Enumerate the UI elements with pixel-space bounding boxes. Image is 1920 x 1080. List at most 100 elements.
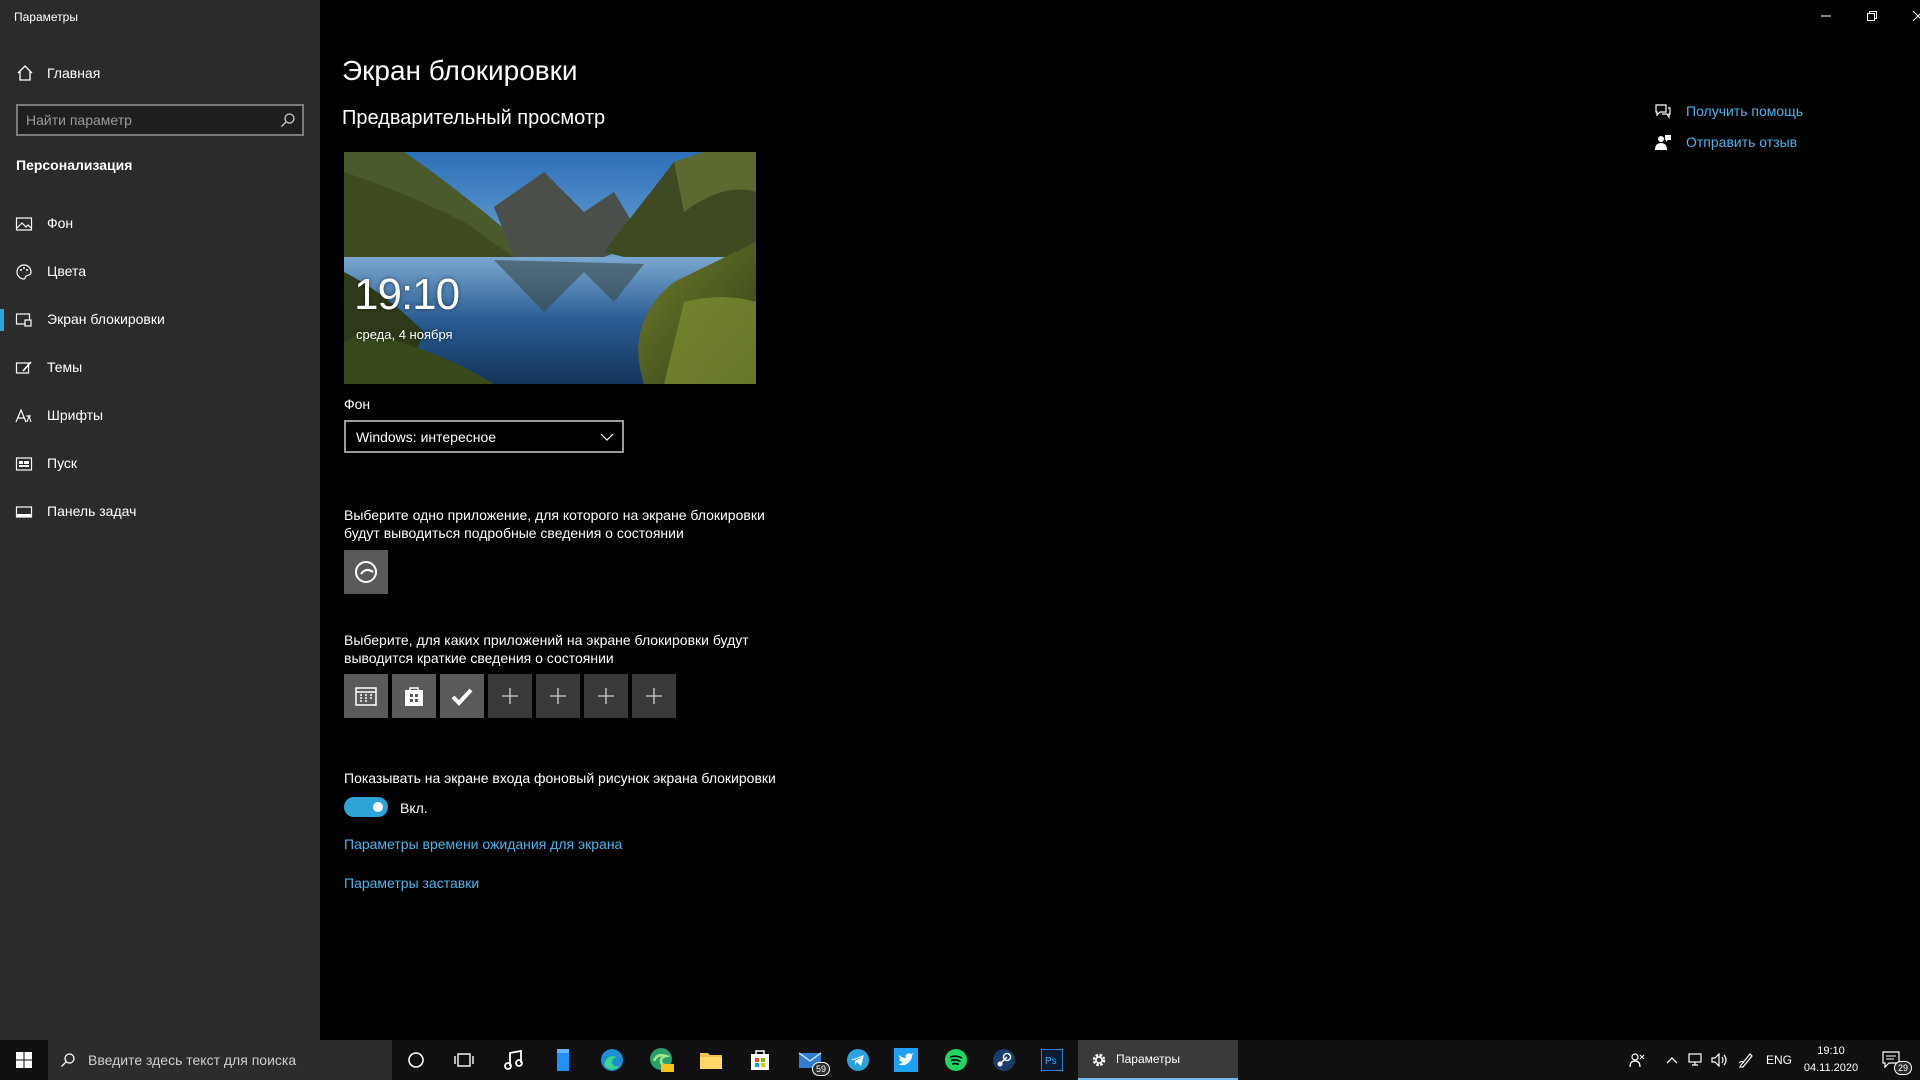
- task-view-button[interactable]: [440, 1040, 488, 1080]
- restore-icon: [1867, 11, 1877, 21]
- taskbar-app-explorer[interactable]: [687, 1040, 735, 1080]
- settings-window: Параметры Главная Персонализация Фон Цве…: [0, 0, 1920, 1040]
- quick-status-tile-store[interactable]: [392, 674, 436, 718]
- start-button[interactable]: [0, 1040, 48, 1080]
- sidebar-item-themes[interactable]: Темы: [0, 348, 320, 388]
- sidebar-item-background[interactable]: Фон: [0, 204, 320, 244]
- toggle-state-label: Вкл.: [400, 800, 428, 816]
- plus-icon: [598, 688, 614, 704]
- store-icon: [751, 1050, 769, 1070]
- clock-time: 19:10: [1817, 1045, 1845, 1057]
- show-hidden-icons-button[interactable]: [1660, 1040, 1684, 1080]
- taskbar-app-twitter[interactable]: [882, 1040, 930, 1080]
- taskbar-app-notepad[interactable]: [539, 1040, 587, 1080]
- signin-background-label: Показывать на экране входа фоновый рисун…: [344, 770, 776, 786]
- taskbar-app-spotify[interactable]: [932, 1040, 980, 1080]
- taskbar-app-edge-canary[interactable]: [638, 1040, 686, 1080]
- taskbar-app-edge[interactable]: [588, 1040, 636, 1080]
- sidebar-item-colors[interactable]: Цвета: [0, 252, 320, 292]
- network-button[interactable]: [1684, 1040, 1708, 1080]
- pen-workspace-button[interactable]: [1734, 1040, 1758, 1080]
- sidebar-item-taskbar[interactable]: Панель задач: [0, 492, 320, 532]
- document-app-icon: [557, 1049, 569, 1071]
- folder-icon: [700, 1053, 722, 1069]
- restore-button[interactable]: [1849, 0, 1895, 32]
- taskbar-search-placeholder: Введите здесь текст для поиска: [88, 1052, 297, 1068]
- quick-status-tile-calendar[interactable]: [344, 674, 388, 718]
- preview-date: среда, 4 ноября: [356, 327, 453, 342]
- quick-status-add-tile[interactable]: [584, 674, 628, 718]
- minimize-button[interactable]: [1803, 0, 1849, 32]
- action-center-button[interactable]: 29: [1872, 1040, 1913, 1080]
- people-icon: [1629, 1053, 1645, 1068]
- sidebar: Параметры Главная Персонализация Фон Цве…: [0, 0, 320, 1040]
- home-nav-item[interactable]: Главная: [0, 58, 320, 88]
- telegram-icon: [847, 1049, 869, 1071]
- background-dropdown[interactable]: Windows: интересное: [344, 420, 624, 453]
- get-help-link[interactable]: Получить помощь: [1654, 100, 1834, 122]
- twitter-icon: [894, 1048, 918, 1072]
- search-icon[interactable]: [280, 112, 296, 128]
- sidebar-item-label: Экран блокировки: [47, 311, 165, 327]
- calendar-icon: [355, 687, 377, 706]
- sidebar-item-lock-screen[interactable]: Экран блокировки: [0, 300, 320, 340]
- signin-background-toggle[interactable]: [344, 797, 388, 817]
- cortana-button[interactable]: [392, 1040, 440, 1080]
- volume-button[interactable]: [1708, 1040, 1732, 1080]
- taskbar-icon: [15, 506, 33, 518]
- send-feedback-link[interactable]: Отправить отзыв: [1654, 131, 1834, 153]
- edge-canary-icon: [650, 1048, 674, 1072]
- taskbar-app-settings[interactable]: Параметры: [1078, 1040, 1238, 1080]
- taskbar-app-music[interactable]: [490, 1040, 538, 1080]
- mail-count-badge: 59: [812, 1062, 831, 1076]
- steam-icon: [993, 1049, 1015, 1071]
- quick-status-tile-tasks[interactable]: [440, 674, 484, 718]
- sidebar-item-fonts[interactable]: Шрифты: [0, 396, 320, 436]
- sidebar-item-label: Темы: [47, 359, 83, 375]
- sidebar-item-label: Шрифты: [47, 407, 104, 423]
- quick-status-add-tile[interactable]: [632, 674, 676, 718]
- taskbar-search-box[interactable]: Введите здесь текст для поиска: [48, 1040, 392, 1080]
- main-content: Экран блокировки Предварительный просмот…: [320, 0, 1920, 1040]
- feedback-icon: [1655, 135, 1671, 150]
- sidebar-item-start[interactable]: Пуск: [0, 444, 320, 484]
- settings-search-box[interactable]: [16, 104, 304, 136]
- speaker-icon: [1711, 1053, 1727, 1067]
- font-icon: [15, 408, 32, 423]
- taskbar-app-store[interactable]: [736, 1040, 784, 1080]
- sidebar-item-label: Пуск: [47, 455, 78, 471]
- detailed-status-app-tile[interactable]: [344, 550, 388, 594]
- quick-status-add-tile[interactable]: [488, 674, 532, 718]
- quick-status-text: Выберите, для каких приложений на экране…: [344, 632, 749, 666]
- input-language-button[interactable]: ENG: [1762, 1040, 1796, 1080]
- close-button[interactable]: [1895, 0, 1920, 32]
- music-app-icon: [504, 1049, 523, 1070]
- taskbar-app-photoshop[interactable]: Ps: [1028, 1040, 1076, 1080]
- lock-screen-icon: [15, 313, 32, 327]
- taskbar-app-steam[interactable]: [980, 1040, 1028, 1080]
- close-icon: [1912, 10, 1920, 22]
- background-dropdown-value: Windows: интересное: [356, 429, 497, 445]
- screensaver-link[interactable]: Параметры заставки: [344, 875, 479, 891]
- taskbar-app-mail[interactable]: 59: [786, 1040, 834, 1080]
- notification-count-badge: 29: [1894, 1061, 1913, 1075]
- screen-timeout-link[interactable]: Параметры времени ожидания для экрана: [344, 836, 622, 852]
- taskbar-app-telegram[interactable]: [834, 1040, 882, 1080]
- get-help-label: Получить помощь: [1686, 103, 1804, 119]
- picture-icon: [15, 217, 33, 231]
- quick-status-add-tile[interactable]: [536, 674, 580, 718]
- people-button[interactable]: [1624, 1040, 1650, 1080]
- photoshop-icon: Ps: [1041, 1049, 1063, 1071]
- minimize-icon: [1821, 15, 1831, 17]
- detailed-status-text: Выберите одно приложение, для которого н…: [344, 507, 765, 541]
- start-icon: [15, 457, 33, 471]
- clock-button[interactable]: 19:10 04.11.2020: [1796, 1043, 1866, 1077]
- chevron-up-icon: [1666, 1057, 1678, 1064]
- pen-icon: [1738, 1053, 1753, 1068]
- page-title: Экран блокировки: [342, 55, 578, 86]
- weather-app-icon: [355, 561, 377, 583]
- home-label: Главная: [47, 65, 101, 81]
- settings-search-input[interactable]: [26, 111, 266, 129]
- chevron-down-icon: [600, 433, 614, 441]
- preview-time: 19:10: [354, 270, 460, 319]
